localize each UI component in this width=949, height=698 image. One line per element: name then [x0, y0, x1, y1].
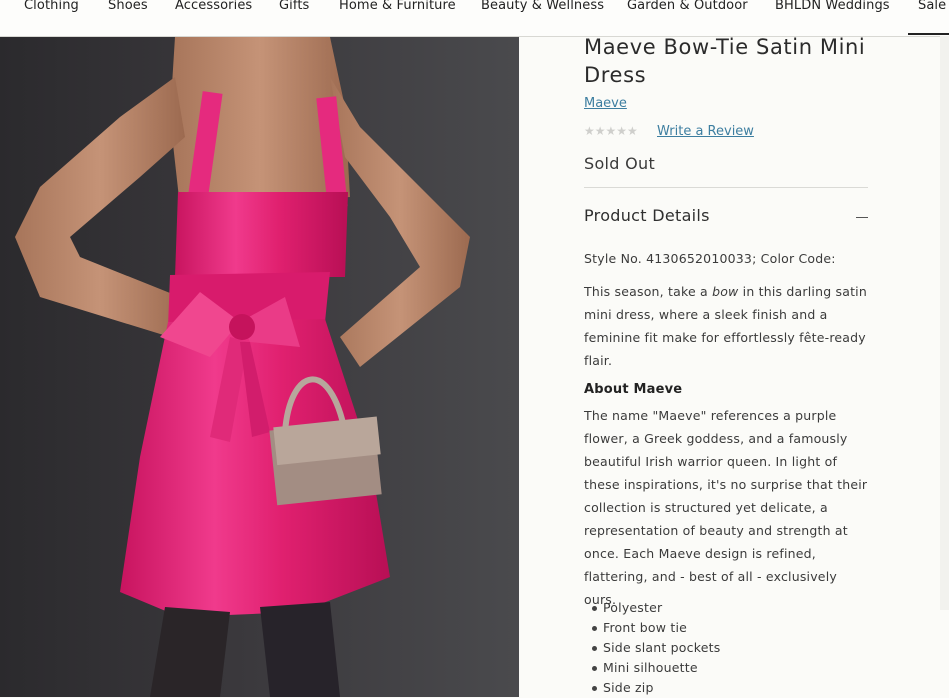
star-rating-icon: ★★★★★ — [584, 124, 638, 138]
product-details-toggle[interactable]: Product Details — [584, 206, 868, 230]
top-navigation: Clothing Shoes Accessories Gifts Home & … — [0, 0, 949, 37]
feature-text: Mini silhouette — [603, 660, 698, 675]
nav-item-beauty-wellness[interactable]: Beauty & Wellness — [481, 0, 604, 13]
feature-text: Polyester — [603, 600, 663, 615]
description-text-start: This season, take a — [584, 284, 713, 299]
nav-active-indicator — [908, 33, 949, 35]
product-details-heading: Product Details — [584, 206, 710, 225]
bullet-icon — [592, 666, 597, 671]
collapse-minus-icon — [856, 217, 868, 218]
nav-item-shoes[interactable]: Shoes — [108, 0, 148, 13]
dress-photo-illustration — [15, 37, 470, 697]
feature-item: Side slant pockets — [592, 638, 720, 658]
section-divider — [584, 187, 868, 188]
nav-item-home-furniture[interactable]: Home & Furniture — [339, 0, 456, 13]
nav-item-sale[interactable]: Sale — [918, 0, 946, 13]
about-brand-text: The name "Maeve" references a purple flo… — [584, 408, 868, 607]
availability-status: Sold Out — [584, 154, 656, 173]
nav-item-garden-outdoor[interactable]: Garden & Outdoor — [627, 0, 748, 13]
write-review-link[interactable]: Write a Review — [657, 124, 754, 139]
about-brand-heading: About Maeve — [584, 382, 683, 397]
feature-item: Polyester — [592, 598, 720, 618]
style-number: Style No. 4130652010033; Color Code: — [584, 251, 836, 266]
nav-item-accessories[interactable]: Accessories — [175, 0, 252, 13]
bullet-icon — [592, 606, 597, 611]
bullet-icon — [592, 686, 597, 691]
bullet-icon — [592, 626, 597, 631]
nav-item-clothing[interactable]: Clothing — [24, 0, 79, 13]
product-image[interactable] — [0, 37, 519, 697]
feature-item: Front bow tie — [592, 618, 720, 638]
page-scroll-edge — [940, 36, 949, 610]
feature-text: Side zip — [603, 680, 654, 695]
product-description: This season, take a bow in this darling … — [584, 280, 870, 372]
bullet-icon — [592, 646, 597, 651]
product-title: Maeve Bow-Tie Satin Mini Dress — [584, 35, 866, 87]
nav-item-gifts[interactable]: Gifts — [279, 0, 309, 13]
brand-link[interactable]: Maeve — [584, 96, 627, 111]
nav-item-bhldn-weddings[interactable]: BHLDN Weddings — [775, 0, 890, 13]
feature-list: Polyester Front bow tie Side slant pocke… — [592, 598, 720, 698]
description-emphasis: bow — [712, 284, 739, 299]
feature-text: Side slant pockets — [603, 640, 721, 655]
feature-item: Side zip — [592, 678, 720, 698]
feature-item: Mini silhouette — [592, 658, 720, 678]
feature-text: Front bow tie — [603, 620, 688, 635]
